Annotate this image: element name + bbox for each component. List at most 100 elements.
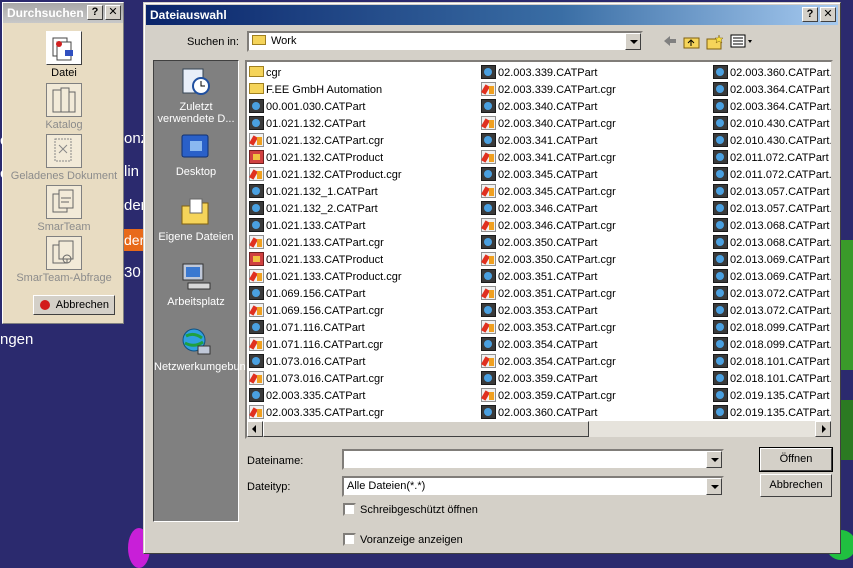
chevron-down-icon[interactable] <box>706 478 722 495</box>
file-item[interactable]: 02.003.364.CATPart. <box>713 99 831 116</box>
file-item[interactable]: 02.003.360.CATPart <box>481 405 713 422</box>
dialog-close-button[interactable]: ✕ <box>820 7 836 22</box>
file-item[interactable]: F.EE GmbH Automation <box>249 82 481 99</box>
file-item[interactable]: 02.013.072.CATPart <box>713 286 831 303</box>
file-item[interactable]: 02.003.341.CATPart <box>481 133 713 150</box>
preview-checkbox[interactable] <box>343 533 356 546</box>
file-item[interactable]: 01.021.133.CATPart <box>249 218 481 235</box>
file-item[interactable]: 01.073.016.CATPart.cgr <box>249 371 481 388</box>
tool-smarteam-abfrage[interactable]: SmarTeam-Abfrage <box>3 236 125 284</box>
file-item[interactable]: 02.018.101.CATPart. <box>713 371 831 388</box>
file-item[interactable]: 02.013.057.CATPart <box>713 184 831 201</box>
look-in-combo[interactable]: Work <box>247 31 643 52</box>
file-item[interactable]: 02.003.335.CATPart <box>249 388 481 405</box>
place-my-computer[interactable]: Arbeitsplatz <box>154 261 238 308</box>
tool-geladenes-dokument[interactable]: Geladenes Dokument <box>3 134 125 182</box>
file-item[interactable]: 01.021.132.CATProduct <box>249 150 481 167</box>
dialog-help-button[interactable]: ? <box>802 7 818 22</box>
file-item[interactable]: 02.003.346.CATPart.cgr <box>481 218 713 235</box>
up-folder-icon[interactable] <box>682 34 702 52</box>
dialog-titlebar[interactable]: Dateiauswahl ? ✕ <box>146 5 838 25</box>
file-item[interactable]: 02.003.364.CATPart <box>713 82 831 99</box>
open-button[interactable]: Öffnen <box>759 447 833 472</box>
tool-smarteam[interactable]: SmarTeam <box>3 185 125 233</box>
tool-katalog[interactable]: Katalog <box>3 83 125 131</box>
file-item[interactable]: 01.021.132_1.CATPart <box>249 184 481 201</box>
file-item[interactable]: 02.013.068.CATPart <box>713 218 831 235</box>
file-item[interactable]: 02.018.099.CATPart <box>713 320 831 337</box>
file-item[interactable]: 02.003.339.CATPart.cgr <box>481 82 713 99</box>
tool-datei[interactable]: Datei <box>3 31 125 79</box>
file-item[interactable]: 02.003.351.CATPart <box>481 269 713 286</box>
file-item[interactable]: 02.013.069.CATPart <box>713 252 831 269</box>
file-item[interactable]: 02.019.135.CATPart <box>713 388 831 405</box>
back-icon[interactable] <box>660 34 680 52</box>
file-item[interactable]: 02.003.354.CATPart <box>481 337 713 354</box>
file-item[interactable]: 02.003.359.CATPart <box>481 371 713 388</box>
file-item[interactable]: 01.021.133.CATProduct <box>249 252 481 269</box>
file-item[interactable]: 01.071.116.CATPart.cgr <box>249 337 481 354</box>
file-item[interactable]: 01.021.133.CATProduct.cgr <box>249 269 481 286</box>
chevron-down-icon[interactable] <box>706 451 722 468</box>
place-desktop[interactable]: Desktop <box>154 131 238 178</box>
new-folder-icon[interactable] <box>705 34 725 52</box>
file-item[interactable]: 02.003.360.CATPart. <box>713 65 831 82</box>
file-item[interactable]: 02.003.345.CATPart.cgr <box>481 184 713 201</box>
file-item[interactable]: 02.013.068.CATPart. <box>713 235 831 252</box>
browse-panel-titlebar[interactable]: Durchsuchen ? ✕ <box>3 3 123 23</box>
file-item[interactable]: 02.013.069.CATPart. <box>713 269 831 286</box>
file-item[interactable]: 02.003.354.CATPart.cgr <box>481 354 713 371</box>
file-item[interactable]: 01.021.132.CATPart.cgr <box>249 133 481 150</box>
file-item[interactable]: 02.010.430.CATPart. <box>713 133 831 150</box>
file-item[interactable]: 02.003.351.CATPart.cgr <box>481 286 713 303</box>
file-item[interactable]: 01.021.132_2.CATPart <box>249 201 481 218</box>
file-item[interactable]: 01.021.133.CATPart.cgr <box>249 235 481 252</box>
close-button[interactable]: ✕ <box>105 5 121 20</box>
file-item[interactable]: 02.013.072.CATPart. <box>713 303 831 320</box>
file-item[interactable]: 02.003.341.CATPart.cgr <box>481 150 713 167</box>
file-item[interactable]: 02.003.340.CATPart <box>481 99 713 116</box>
place-network[interactable]: Netzwerkumgebung <box>154 326 252 373</box>
file-item[interactable]: 02.003.335.CATPart.cgr <box>249 405 481 422</box>
file-item[interactable]: 02.003.345.CATPart <box>481 167 713 184</box>
file-item[interactable]: 02.003.350.CATPart <box>481 235 713 252</box>
file-item[interactable]: 02.018.101.CATPart <box>713 354 831 371</box>
file-item[interactable]: 02.010.430.CATPart <box>713 116 831 133</box>
file-item[interactable]: 01.069.156.CATPart <box>249 286 481 303</box>
file-item[interactable]: cgr <box>249 65 481 82</box>
file-item[interactable]: 02.011.072.CATPart <box>713 150 831 167</box>
file-item[interactable]: 02.003.359.CATPart.cgr <box>481 388 713 405</box>
scrollbar-thumb[interactable] <box>263 421 589 437</box>
file-item[interactable]: 02.003.353.CATPart <box>481 303 713 320</box>
file-item[interactable]: 01.069.156.CATPart.cgr <box>249 303 481 320</box>
file-item[interactable]: 02.003.339.CATPart <box>481 65 713 82</box>
file-item[interactable]: 02.011.072.CATPart. <box>713 167 831 184</box>
places-bar: Zuletzt verwendete D... Desktop Eigene D… <box>153 60 252 522</box>
place-my-documents[interactable]: Eigene Dateien <box>154 196 238 243</box>
file-item[interactable]: 00.001.030.CATPart <box>249 99 481 116</box>
horizontal-scrollbar[interactable] <box>247 421 831 437</box>
filename-input[interactable] <box>342 449 724 470</box>
filetype-select[interactable]: Alle Dateien(*.*) <box>342 476 724 497</box>
file-item[interactable]: 01.021.132.CATProduct.cgr <box>249 167 481 184</box>
file-item[interactable]: 02.018.099.CATPart. <box>713 337 831 354</box>
file-item[interactable]: 02.019.135.CATPart. <box>713 405 831 422</box>
help-button[interactable]: ? <box>87 5 103 20</box>
file-item[interactable]: 01.021.132.CATPart <box>249 116 481 133</box>
scroll-right-icon[interactable] <box>815 421 831 437</box>
chevron-down-icon[interactable] <box>625 33 641 50</box>
file-list[interactable]: cgr F.EE GmbH Automation 00.001.030.CATPar… <box>245 60 833 439</box>
file-item[interactable]: 01.071.116.CATPart <box>249 320 481 337</box>
file-item[interactable]: 02.003.340.CATPart.cgr <box>481 116 713 133</box>
readonly-checkbox[interactable] <box>343 503 356 516</box>
file-item[interactable]: 02.013.057.CATPart. <box>713 201 831 218</box>
abort-button[interactable]: Abbrechen <box>33 295 115 315</box>
view-menu-icon[interactable] <box>729 34 755 52</box>
place-recent[interactable]: Zuletzt verwendete D... <box>154 66 238 125</box>
scroll-left-icon[interactable] <box>247 421 263 437</box>
cancel-button[interactable]: Abbrechen <box>760 474 832 497</box>
file-item[interactable]: 01.073.016.CATPart <box>249 354 481 371</box>
file-item[interactable]: 02.003.346.CATPart <box>481 201 713 218</box>
file-item[interactable]: 02.003.353.CATPart.cgr <box>481 320 713 337</box>
file-item[interactable]: 02.003.350.CATPart.cgr <box>481 252 713 269</box>
